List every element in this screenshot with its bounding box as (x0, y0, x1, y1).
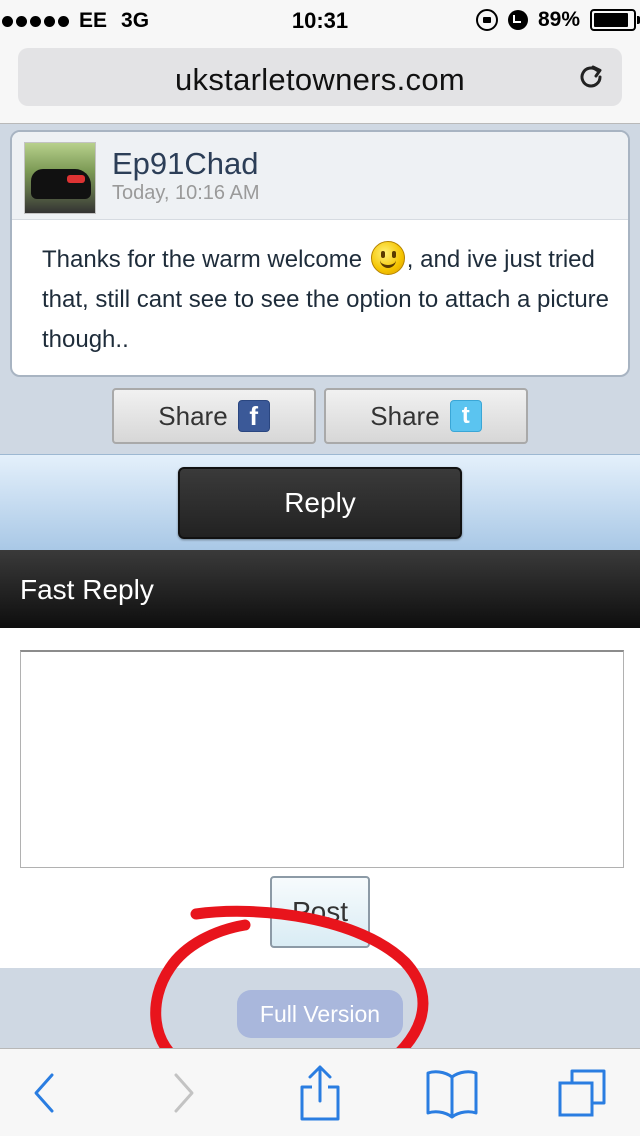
avatar[interactable] (24, 142, 96, 214)
page-content: Ep91Chad Today, 10:16 AM Thanks for the … (0, 124, 640, 1048)
reload-icon[interactable] (576, 62, 606, 92)
share-twitter-label: Share (370, 400, 440, 431)
status-right: 89% (475, 8, 640, 32)
alarm-icon (507, 10, 528, 30)
reply-button[interactable]: Reply (178, 467, 462, 539)
fast-reply-header: Fast Reply (0, 550, 640, 628)
browser-chrome: ukstarletowners.com (0, 40, 640, 124)
browser-toolbar (0, 1048, 640, 1136)
reply-bar: Reply (0, 454, 640, 550)
smiley-icon (370, 241, 405, 275)
back-icon[interactable] (12, 1061, 76, 1125)
share-facebook-label: Share (158, 400, 228, 431)
facebook-icon: f (237, 400, 270, 432)
share-facebook-button[interactable]: Share f (112, 388, 316, 444)
post-header: Ep91Chad Today, 10:16 AM (12, 132, 628, 220)
bookmarks-icon[interactable] (420, 1061, 484, 1125)
twitter-icon: t (449, 400, 482, 432)
battery-icon (590, 9, 640, 31)
fast-reply-form: Post (0, 628, 640, 968)
post-username[interactable]: Ep91Chad (112, 146, 259, 182)
share-icon[interactable] (288, 1061, 352, 1125)
battery-fill (594, 13, 628, 27)
tabs-icon[interactable] (552, 1061, 616, 1125)
status-bar: EE 3G 10:31 89% (0, 0, 640, 40)
post-body: Thanks for the warm welcome , and ive ju… (42, 240, 612, 360)
full-version-button[interactable]: Full Version (237, 990, 403, 1038)
post-button[interactable]: Post (270, 876, 370, 948)
post-text-start: Thanks for the warm welcome (42, 246, 369, 273)
forward-icon[interactable] (152, 1061, 216, 1125)
forum-post: Ep91Chad Today, 10:16 AM Thanks for the … (10, 130, 630, 377)
reply-textarea[interactable] (20, 650, 624, 868)
battery-percent: 89% (537, 8, 580, 31)
post-timestamp: Today, 10:16 AM (112, 182, 260, 204)
rotation-lock-icon (475, 9, 498, 31)
address-bar[interactable]: ukstarletowners.com (18, 48, 622, 106)
share-twitter-button[interactable]: Share t (324, 388, 528, 444)
url-text[interactable]: ukstarletowners.com (18, 62, 622, 98)
